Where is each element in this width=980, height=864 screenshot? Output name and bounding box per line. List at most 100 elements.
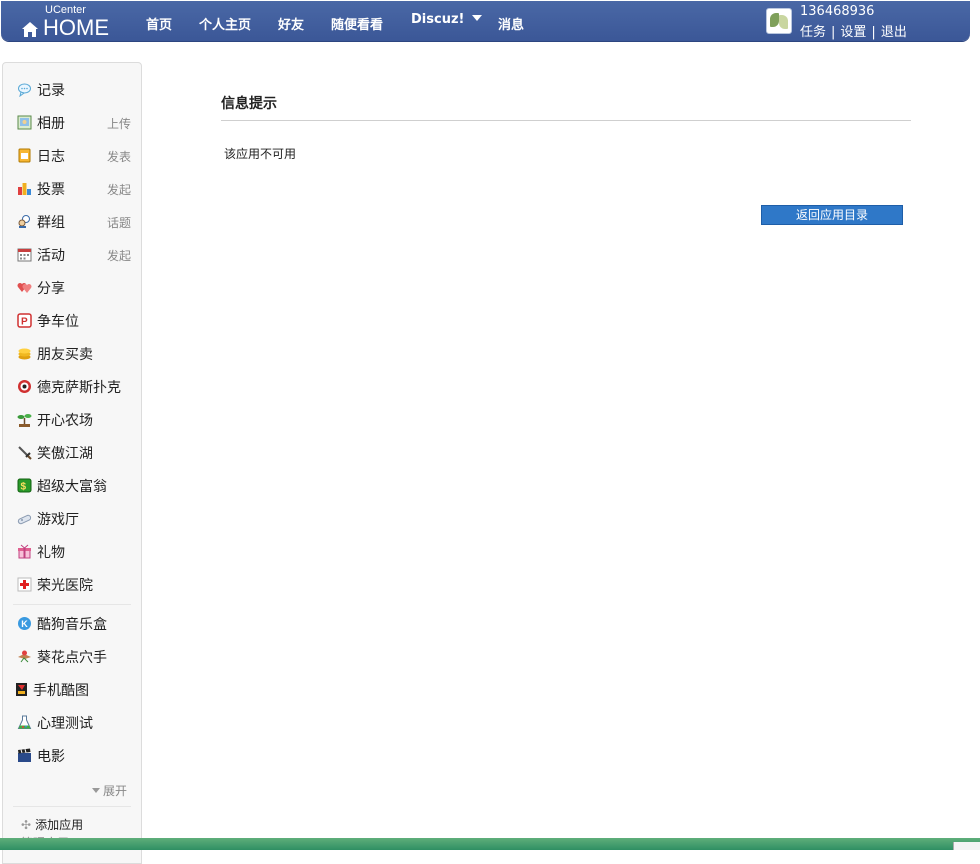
hearts-icon — [17, 283, 32, 293]
sidebar-action-topic[interactable]: 话题 — [107, 214, 131, 231]
sidebar-divider — [13, 806, 131, 807]
sidebar-item-label: 投票 — [37, 182, 65, 198]
sidebar-item-label: 日志 — [37, 149, 65, 165]
sidebar-item-jianghu[interactable]: 笑傲江湖 — [15, 442, 133, 464]
back-to-app-directory-button[interactable]: 返回应用目录 — [761, 205, 903, 225]
sidebar-item-label: 超级大富翁 — [37, 479, 107, 495]
nav-discuz-label: Discuz! — [411, 12, 465, 27]
sidebar-item-psych-test[interactable]: 心理测试 — [15, 712, 133, 734]
notice-message: 该应用不可用 — [224, 147, 297, 161]
sidebar-item-label: 分享 — [37, 281, 65, 297]
flower-icon — [18, 650, 31, 663]
app-sidebar: 记录 相册 上传 日志 发表 投票 发起 群组 话题 活动 发起 分享 P 争车… — [2, 62, 142, 864]
sidebar-item-label: 荣光医院 — [37, 578, 93, 594]
sidebar-item-label: 群组 — [37, 215, 65, 231]
sidebar-item-label: 记录 — [37, 83, 65, 99]
resize-corner — [953, 842, 980, 850]
sidebar-item-hospital[interactable]: 荣光医院 — [15, 574, 133, 596]
sidebar-item-kuihua[interactable]: 葵花点穴手 — [15, 646, 133, 668]
sidebar-item-label: 游戏厅 — [37, 512, 79, 528]
sidebar-item-game-hall[interactable]: 游戏厅 — [15, 508, 133, 530]
phone-pic-icon — [16, 683, 27, 696]
gift-icon — [18, 544, 31, 559]
sidebar-item-label: 酷狗音乐盒 — [37, 617, 107, 633]
kugou-icon: K — [18, 617, 31, 630]
nav-discuz[interactable]: Discuz! — [411, 12, 483, 27]
sidebar-item-gifts[interactable]: 礼物 — [15, 541, 133, 563]
sidebar-action-start-poll[interactable]: 发起 — [107, 181, 131, 198]
group-icon — [18, 215, 30, 228]
money-icon: $ — [17, 478, 32, 493]
clapper-icon — [18, 748, 31, 762]
sidebar-item-records[interactable]: 记录 — [15, 79, 133, 101]
sidebar-item-blog[interactable]: 日志 发表 — [15, 145, 133, 167]
caret-down-icon — [91, 788, 100, 793]
sidebar-item-mobile-pics[interactable]: 手机酷图 — [15, 679, 133, 701]
sidebar-item-share[interactable]: 分享 — [15, 277, 133, 299]
sidebar-item-poll[interactable]: 投票 发起 — [15, 178, 133, 200]
sidebar-item-label: 葵花点穴手 — [37, 650, 107, 666]
sidebar-item-label: 手机酷图 — [33, 683, 89, 699]
sidebar-item-label: 开心农场 — [37, 413, 93, 429]
bottom-status-bar — [0, 838, 980, 850]
sidebar-item-label: 礼物 — [37, 545, 65, 561]
sidebar-action-upload[interactable]: 上传 — [107, 115, 131, 132]
sidebar-divider — [13, 604, 131, 605]
journal-icon — [18, 148, 31, 163]
poker-chip-icon — [18, 380, 31, 393]
sidebar-item-monopoly[interactable]: $ 超级大富翁 — [15, 475, 133, 497]
expand-toggle[interactable]: 展开 — [91, 782, 127, 799]
nav-home[interactable]: 首页 — [146, 14, 172, 33]
avatar[interactable] — [766, 8, 792, 34]
home-icon — [22, 22, 38, 37]
coins-icon — [18, 348, 31, 360]
sidebar-item-label: 朋友买卖 — [37, 347, 93, 363]
sidebar-item-movies[interactable]: 电影 — [15, 745, 133, 767]
settings-link[interactable]: 设置 — [840, 25, 866, 40]
red-cross-icon — [17, 577, 32, 592]
sidebar-item-label: 德克萨斯扑克 — [37, 380, 121, 396]
sidebar-item-album[interactable]: 相册 上传 — [15, 112, 133, 134]
nav-messages[interactable]: 消息 — [498, 14, 524, 33]
flask-icon — [17, 715, 32, 729]
add-app-label: 添加应用 — [35, 818, 84, 832]
top-header: UCenter HOME 首页 个人主页 好友 随便看看 Discuz! 消息 … — [1, 1, 970, 41]
nav-profile[interactable]: 个人主页 — [199, 14, 251, 33]
sidebar-item-label: 相册 — [37, 116, 65, 132]
tasks-link[interactable]: 任务 — [800, 25, 826, 40]
logout-link[interactable]: 退出 — [881, 25, 907, 40]
svg-text:$: $ — [21, 482, 27, 493]
nav-friends[interactable]: 好友 — [278, 14, 304, 33]
page-title: 信息提示 — [221, 96, 277, 112]
sidebar-item-label: 心理测试 — [37, 716, 93, 732]
sidebar-item-label: 笑傲江湖 — [37, 446, 93, 462]
svg-text:P: P — [21, 317, 28, 328]
sidebar-item-poker[interactable]: 德克萨斯扑克 — [15, 376, 133, 398]
sidebar-item-label: 电影 — [37, 749, 65, 765]
plus-icon: ✣ — [21, 818, 32, 832]
sidebar-item-farm[interactable]: 开心农场 — [15, 409, 133, 431]
add-app-link[interactable]: ✣ 添加应用 — [21, 816, 83, 833]
expand-label: 展开 — [102, 784, 127, 798]
sidebar-item-events[interactable]: 活动 发起 — [15, 244, 133, 266]
sidebar-action-start-event[interactable]: 发起 — [107, 247, 131, 264]
user-links: 任务 | 设置 | 退出 — [800, 25, 907, 40]
sidebar-item-parking[interactable]: P 争车位 — [15, 310, 133, 332]
gamepad-icon — [17, 514, 32, 525]
speech-bubble-icon — [18, 83, 31, 97]
username[interactable]: 136468936 — [800, 4, 874, 19]
chevron-down-icon — [472, 15, 483, 21]
sprout-icon — [17, 414, 32, 427]
photo-album-icon — [17, 115, 32, 130]
sidebar-item-label: 争车位 — [37, 314, 79, 330]
sidebar-item-kugou[interactable]: K 酷狗音乐盒 — [15, 613, 133, 635]
sidebar-item-trade[interactable]: 朋友买卖 — [15, 343, 133, 365]
logo-big-text: HOME — [43, 15, 109, 40]
sidebar-item-groups[interactable]: 群组 话题 — [15, 211, 133, 233]
svg-text:K: K — [21, 619, 28, 629]
sword-icon — [18, 446, 32, 460]
sidebar-action-post[interactable]: 发表 — [107, 148, 131, 165]
nav-browse[interactable]: 随便看看 — [331, 14, 383, 33]
title-divider — [221, 120, 911, 121]
calendar-icon — [17, 248, 32, 262]
